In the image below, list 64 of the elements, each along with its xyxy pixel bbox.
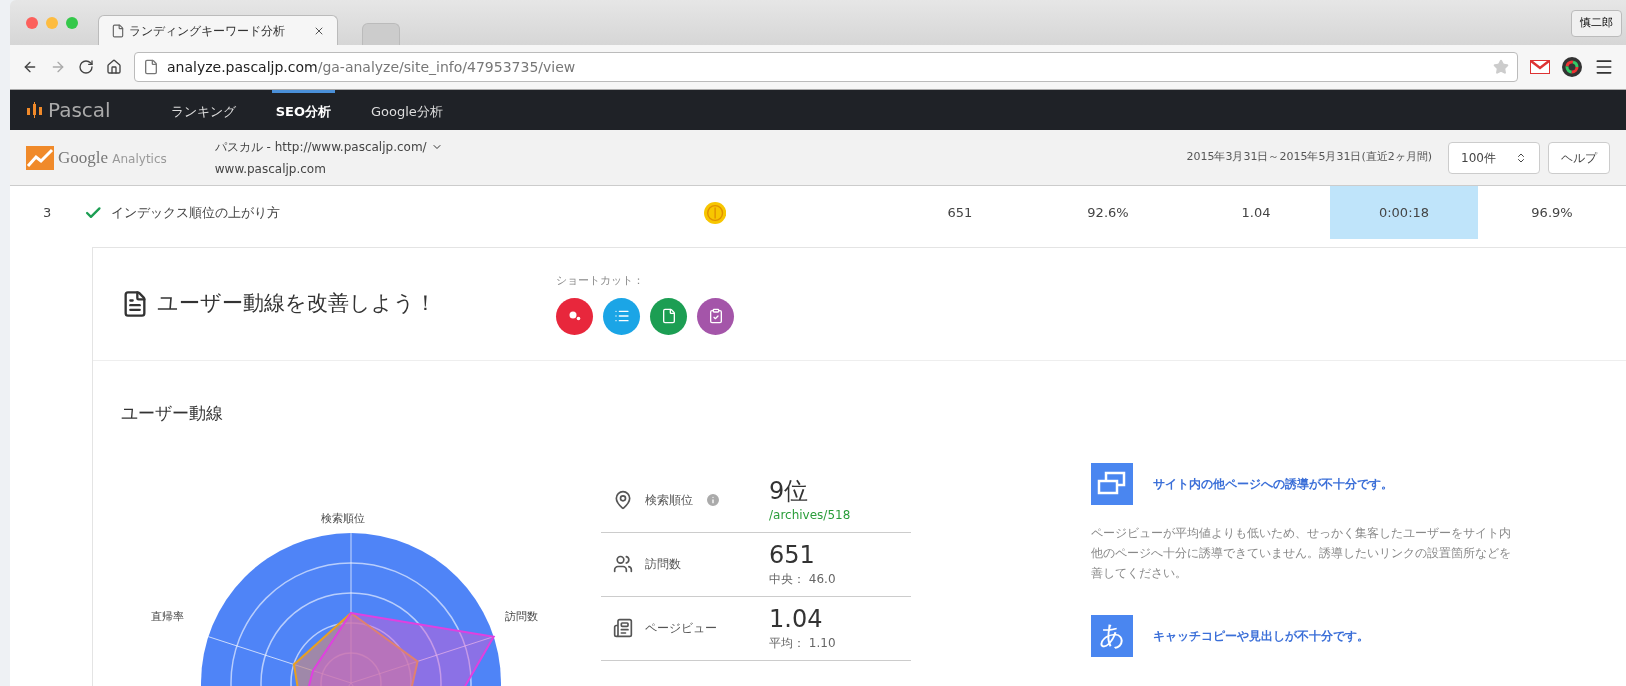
reload-icon[interactable] [78, 59, 94, 75]
logo-text: Google Analytics [58, 146, 167, 169]
advice-title: キャッチコピーや見出しが不十分です。 [1153, 627, 1369, 645]
tab-title: ランディングキーワード分析 [129, 22, 285, 40]
advice-title: サイト内の他ページへの誘導が不十分です。 [1153, 475, 1393, 493]
radar-axis-label: 直帰率 [151, 608, 184, 625]
stat-label: 訪問数 [645, 556, 682, 573]
shortcut-label: ショートカット： [556, 273, 645, 290]
stat-label: ページビュー [645, 620, 718, 637]
radar-axis-label: 検索順位 [321, 510, 365, 527]
table-cell-text: 1.04 [1240, 203, 1272, 222]
table-cell-text: 96.9% [1530, 203, 1574, 222]
date-range: 2015年3月31日～2015年5月31日(直近2ヶ月間) [1186, 149, 1432, 166]
property-name[interactable]: パスカル - http://www.pascaljp.com/ [214, 137, 427, 156]
radar-axis-label: 訪問数 [505, 608, 538, 625]
stat-value: 651 [769, 540, 816, 570]
shortcut-button[interactable] [556, 297, 593, 335]
shortcut-button[interactable] [697, 297, 734, 335]
people-icon [613, 554, 633, 574]
clipboard-check-icon [707, 308, 724, 325]
back-icon[interactable] [22, 59, 38, 75]
color-wheel-icon[interactable] [1562, 57, 1582, 77]
kana-icon: あ [1091, 614, 1133, 657]
page-icon [111, 23, 125, 38]
table-cell: 0:00:18 [1330, 186, 1478, 239]
help-button[interactable]: ヘルプ [1548, 141, 1610, 174]
browser-tab[interactable]: ランディングキーワード分析 [98, 15, 338, 45]
shortcut-button[interactable] [603, 297, 640, 335]
keyword-cell-text: インデックス順位の上がり方 [110, 203, 281, 222]
stat-note: 平均： 1.10 [769, 635, 836, 652]
analytics-logo-icon [26, 145, 54, 170]
star-icon[interactable] [1493, 59, 1509, 75]
candlestick-icon [26, 102, 44, 118]
section-title: ユーザー動線 [121, 403, 223, 423]
page-link[interactable]: /archives/518 [769, 506, 851, 524]
panel-title: ユーザー動線を改善しよう！ [157, 290, 436, 318]
page-icon [143, 59, 159, 75]
page-icon [613, 618, 633, 638]
coin-icon [703, 200, 726, 225]
logo-text: Pascal [48, 97, 111, 124]
windows-icon [1091, 462, 1133, 505]
mail-icon[interactable] [1530, 60, 1550, 74]
table-cell-text: 92.6% [1086, 203, 1130, 222]
site-name: www.pascaljp.com [214, 160, 327, 178]
nav-tab[interactable]: Google分析 [366, 90, 447, 130]
shortcut-button[interactable] [650, 297, 687, 335]
nav-tab[interactable]: ランキング [166, 90, 240, 130]
stepper-icon [1515, 151, 1527, 164]
address-field[interactable]: analyze.pascaljp.com/ga-analyze/site_info/47953735/view [134, 52, 1518, 82]
advice-text: ページビューが平均値よりも低いため、せっかく集客したユーザーをサイト内 他のページへ十分に誘導できていません。誘導したいリンクの設置箇所などを 善してください。 [1091, 524, 1511, 582]
stat-value: 9位 [769, 476, 810, 506]
rank-cell-text: 3 [41, 203, 53, 222]
profile-button[interactable]: 慎二郎 [1571, 10, 1622, 37]
pin-icon [613, 490, 633, 510]
stat-note: 中央： 46.0 [769, 571, 836, 588]
per-page-select[interactable]: 100件 [1448, 141, 1540, 174]
stat-value: 1.04 [769, 604, 824, 634]
close-window-icon[interactable] [26, 16, 38, 29]
home-icon[interactable] [106, 59, 122, 75]
url-text: analyze.pascaljp.com/ga-analyze/site_info/47953735/view [167, 57, 576, 77]
table-cell-text: 651 [946, 203, 974, 222]
page-icon [660, 308, 677, 325]
stat-label: 検索順位 [645, 492, 694, 509]
menu-icon[interactable] [1594, 57, 1614, 77]
